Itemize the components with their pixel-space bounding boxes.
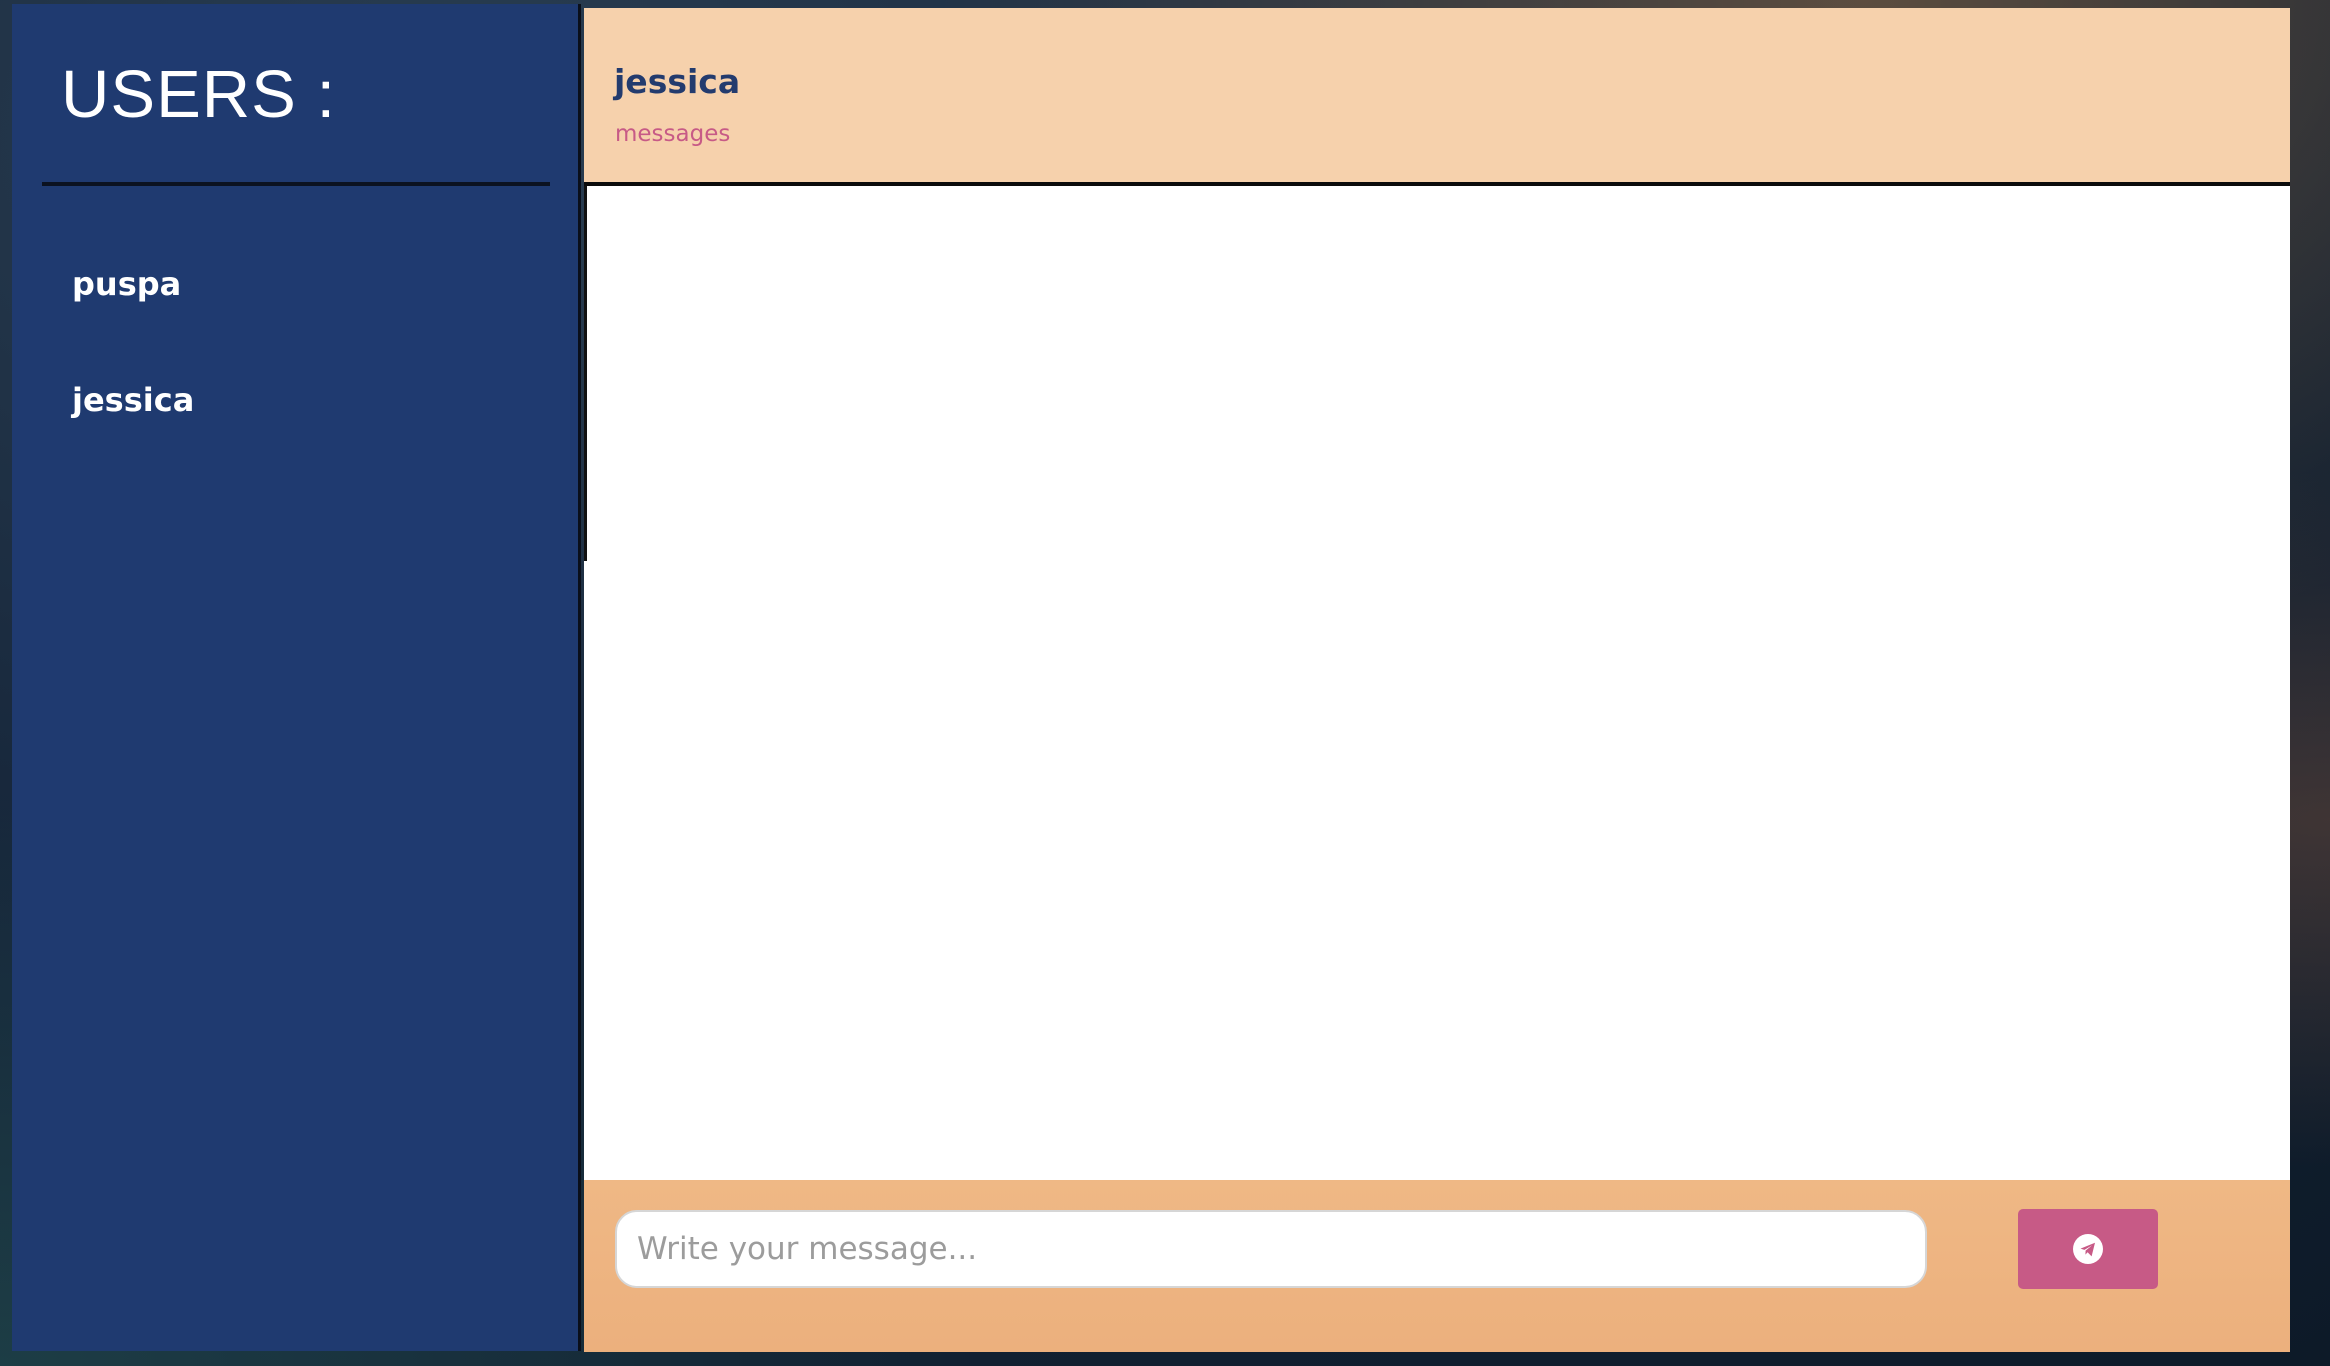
- chat-panel: jessica messages: [584, 8, 2290, 1352]
- user-list: puspa jessica: [12, 226, 578, 458]
- message-list: [584, 186, 2290, 1180]
- chat-recipient-name: jessica: [614, 62, 741, 101]
- sidebar-divider: [42, 182, 550, 186]
- user-name: jessica: [72, 381, 195, 419]
- chat-header: jessica messages: [584, 8, 2290, 186]
- users-sidebar: USERS : puspa jessica: [12, 4, 581, 1351]
- chat-header-subtitle: messages: [615, 121, 731, 147]
- user-item-jessica[interactable]: jessica: [12, 342, 578, 458]
- user-name: puspa: [72, 265, 182, 303]
- message-input[interactable]: [615, 1210, 1927, 1288]
- paper-plane-icon: [2073, 1234, 2103, 1264]
- chat-composer: [584, 1180, 2290, 1352]
- send-button[interactable]: [2018, 1209, 2158, 1289]
- user-item-puspa[interactable]: puspa: [12, 226, 578, 342]
- sidebar-title: USERS :: [61, 57, 337, 132]
